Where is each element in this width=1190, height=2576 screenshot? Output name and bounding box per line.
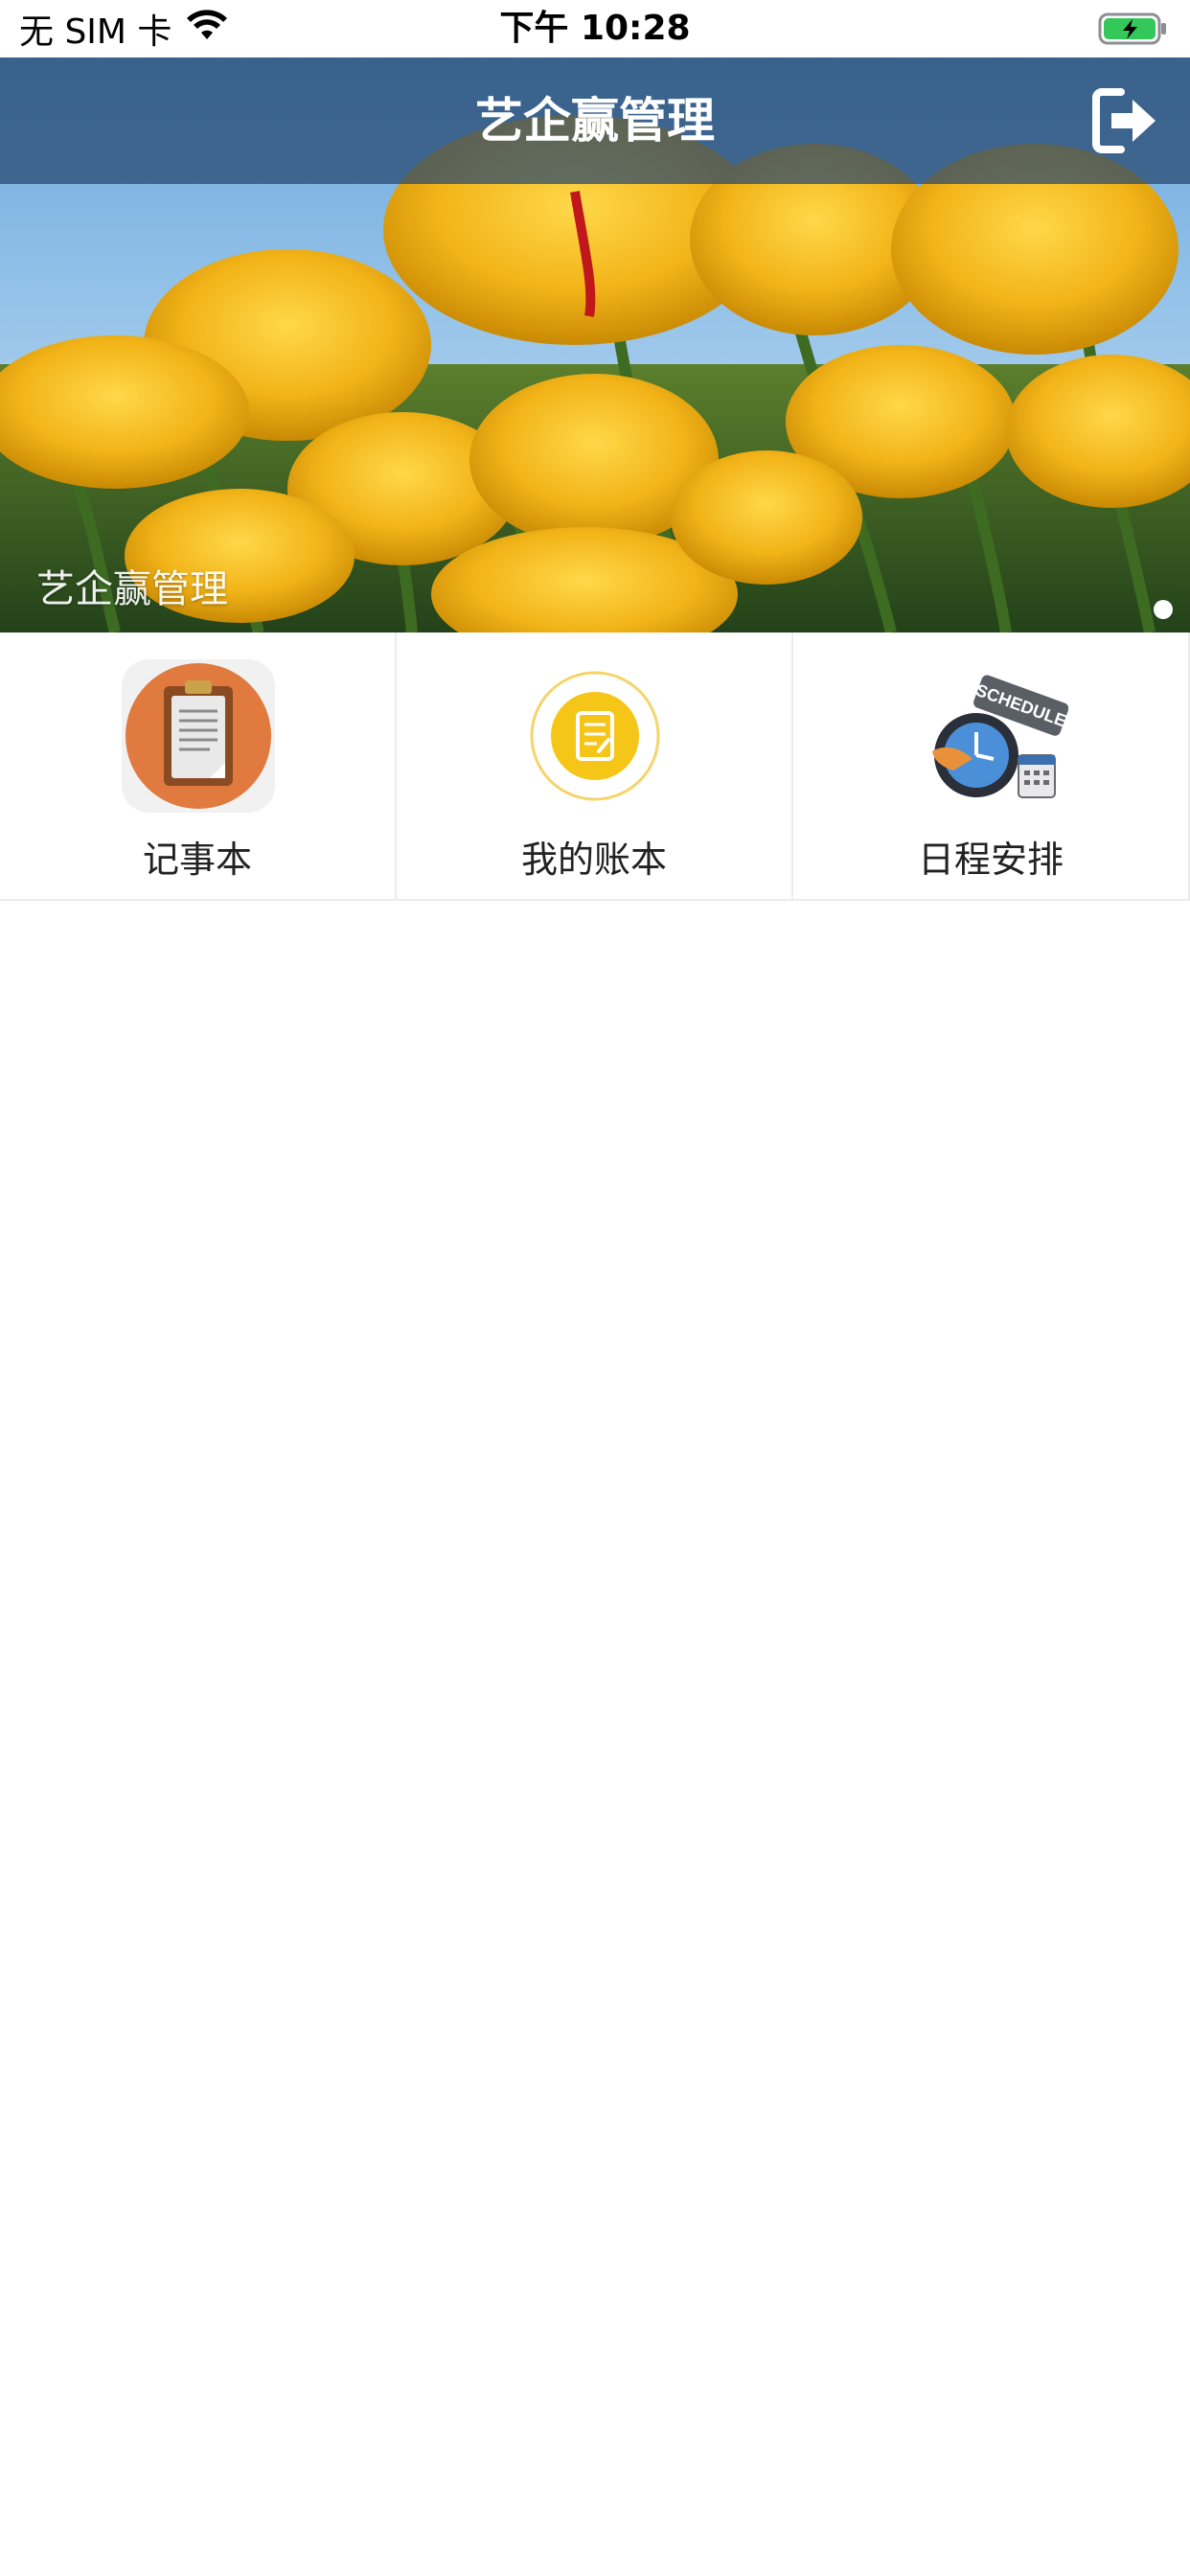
empty-content-area	[0, 903, 1190, 2576]
schedule-clock-icon: SCHEDULE	[915, 659, 1069, 813]
notepad-clipboard-icon	[122, 659, 275, 813]
grid-item-schedule[interactable]: SCHEDULE 日程安排	[793, 632, 1190, 901]
logout-icon	[1092, 88, 1156, 153]
grid-item-label: 日程安排	[917, 839, 1064, 881]
grid-item-label: 我的账本	[520, 839, 667, 881]
grid-item-notepad[interactable]: 记事本	[0, 632, 397, 901]
grid-item-ledger[interactable]: 我的账本	[397, 632, 793, 901]
status-bar: 无 SIM 卡 下午 10:28	[0, 0, 1190, 58]
battery-charging-icon	[1098, 12, 1169, 46]
grid-item-label: 记事本	[142, 839, 252, 881]
feature-grid: 记事本 我的账本 SCHEDULE 日程安排	[0, 632, 1190, 901]
carousel-page-indicator[interactable]	[1154, 600, 1173, 619]
status-time: 下午 10:28	[499, 9, 691, 48]
logout-button[interactable]	[1088, 84, 1161, 157]
ledger-icon	[518, 659, 672, 813]
banner-caption: 艺企赢管理	[36, 567, 228, 611]
home-screen: 无 SIM 卡 下午 10:28 艺企赢管理 艺企赢管理 记事本 我的账本 SC…	[0, 0, 1190, 2576]
nav-title: 艺企赢管理	[475, 93, 715, 149]
nav-bar: 艺企赢管理	[0, 58, 1190, 184]
